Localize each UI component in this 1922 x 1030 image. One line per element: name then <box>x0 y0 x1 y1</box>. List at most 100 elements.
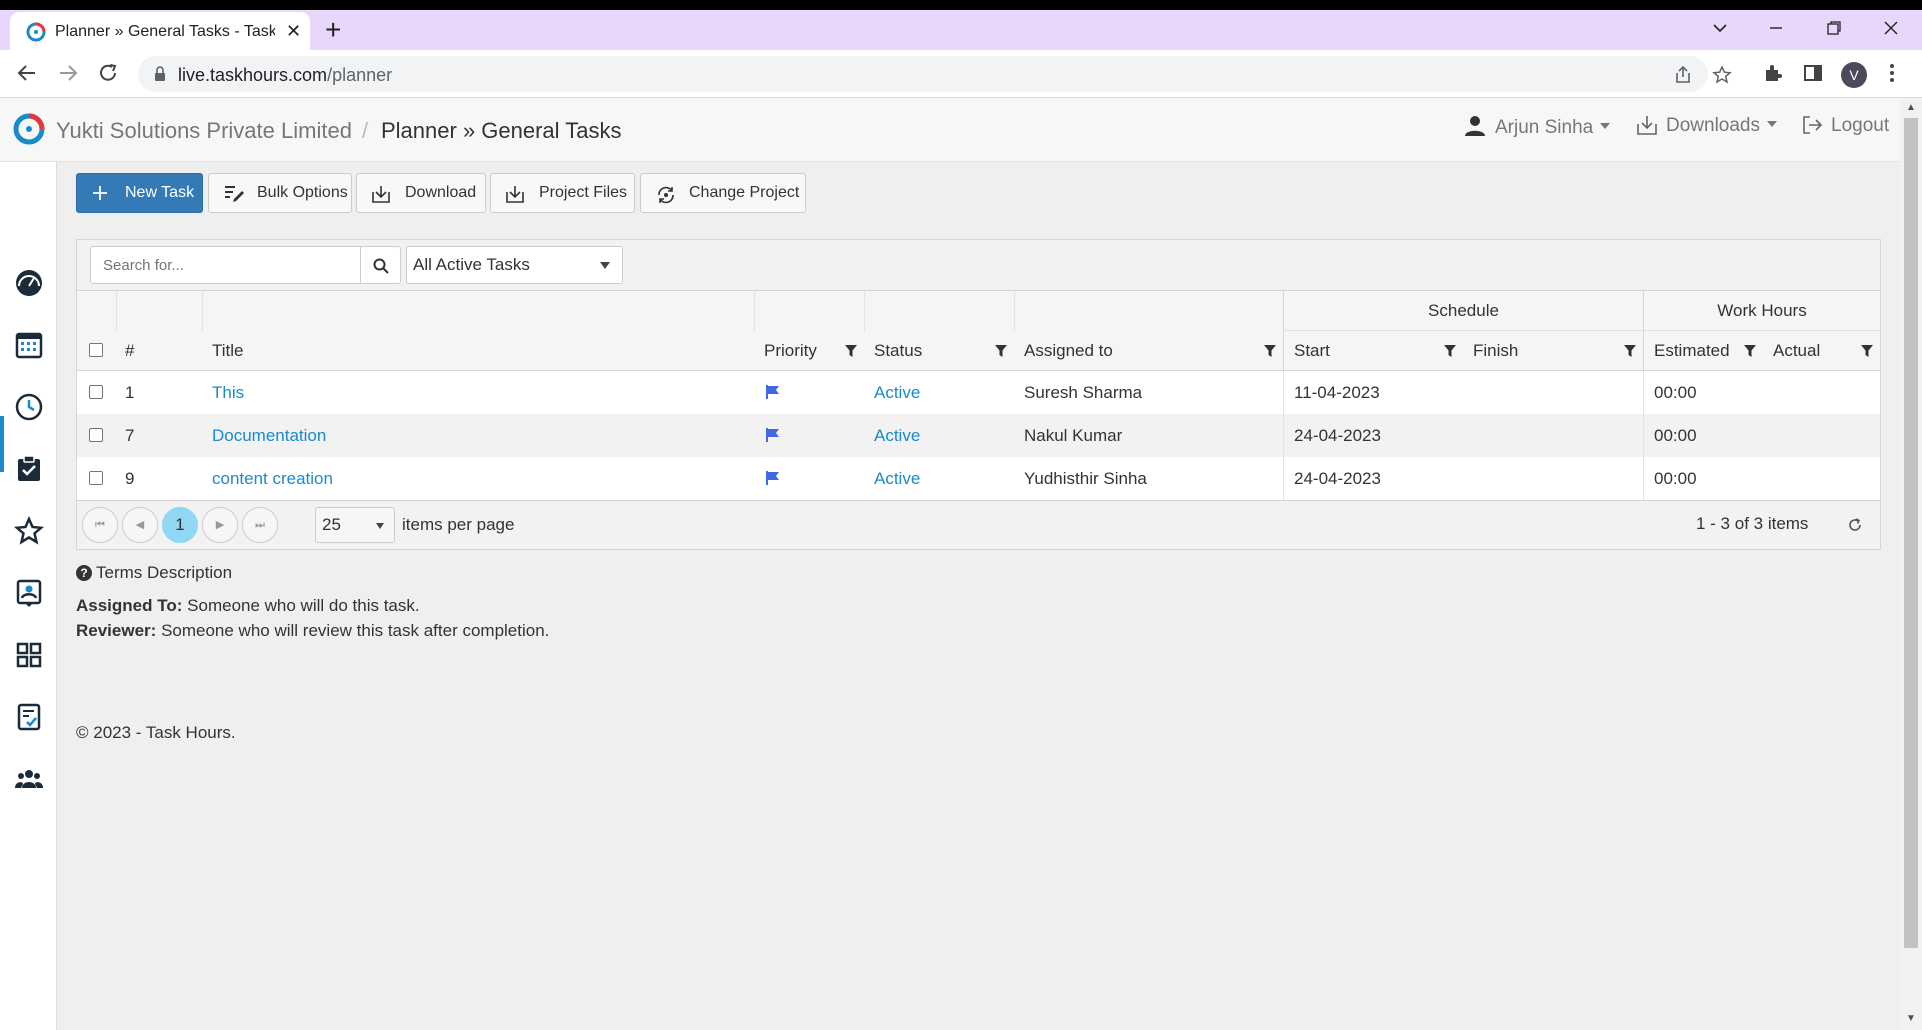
breadcrumb-separator: / <box>362 118 369 143</box>
assigned-to-definition: Assigned To: Someone who will do this ta… <box>76 596 420 615</box>
terms-heading: ? Terms Description <box>76 563 232 583</box>
task-filter-value: All Active Tasks <box>413 255 530 274</box>
team-icon[interactable] <box>14 764 44 794</box>
tab-search-chevron-icon[interactable] <box>1712 20 1728 36</box>
logout-link[interactable]: Logout <box>1801 114 1889 137</box>
row-checkbox[interactable] <box>89 428 103 442</box>
col-header-actual[interactable]: Actual <box>1773 331 1880 371</box>
assigned-to: Yudhisthir Sinha <box>1024 469 1147 488</box>
col-header-finish[interactable]: Finish <box>1473 331 1643 371</box>
minimize-icon[interactable] <box>1768 20 1784 36</box>
company-name[interactable]: Yukti Solutions Private Limited <box>56 118 352 144</box>
apps-grid-icon[interactable] <box>14 640 44 670</box>
sidebar-active-indicator <box>0 416 4 472</box>
col-header-assigned[interactable]: Assigned to <box>1024 331 1283 371</box>
forward-icon[interactable] <box>57 62 79 84</box>
checklist-icon[interactable] <box>14 702 44 732</box>
col-header-priority[interactable]: Priority <box>764 331 864 371</box>
search-input[interactable] <box>91 247 360 283</box>
search-field[interactable] <box>90 246 361 284</box>
scroll-down-icon[interactable]: ▼ <box>1906 1013 1916 1024</box>
task-title-link[interactable]: This <box>212 383 244 403</box>
task-title-link[interactable]: content creation <box>212 469 333 489</box>
extensions-icon[interactable] <box>1762 62 1784 84</box>
prev-page-button[interactable]: ◀ <box>122 507 158 543</box>
browser-tab[interactable]: Planner » General Tasks - Task Hours ✕ <box>10 12 310 50</box>
new-tab-icon[interactable]: + <box>325 16 341 44</box>
page-size-select[interactable]: 25 <box>315 507 395 543</box>
dashboard-icon[interactable] <box>14 268 44 298</box>
browser-toolbar: live.taskhours.com/planner V <box>0 50 1922 98</box>
reload-icon[interactable] <box>97 62 119 84</box>
task-title-link[interactable]: Documentation <box>212 426 326 446</box>
task-number: 1 <box>125 383 135 402</box>
profile-avatar[interactable]: V <box>1841 62 1867 88</box>
filter-icon[interactable] <box>844 344 858 358</box>
filter-icon[interactable] <box>1263 344 1277 358</box>
status-link[interactable]: Active <box>874 426 920 446</box>
col-header-estimated[interactable]: Estimated <box>1643 331 1763 371</box>
status-link[interactable]: Active <box>874 383 920 403</box>
taskhours-favicon-icon <box>26 22 46 42</box>
col-divider <box>1643 414 1644 457</box>
table-row[interactable]: 7 Documentation Active Nakul Kumar 24-04… <box>77 414 1880 457</box>
col-divider <box>1643 457 1644 500</box>
page-title: Planner » General Tasks <box>381 118 622 143</box>
downloads-menu[interactable]: Downloads <box>1636 114 1777 137</box>
bookmark-star-icon[interactable] <box>1712 65 1732 85</box>
scrollbar-thumb[interactable] <box>1904 118 1918 948</box>
row-checkbox[interactable] <box>89 471 103 485</box>
col-divider <box>1283 457 1284 500</box>
task-filter-select[interactable]: All Active Tasks <box>406 246 623 284</box>
footer-copyright: © 2023 - Task Hours. <box>76 723 236 742</box>
star-icon[interactable] <box>14 516 44 546</box>
tasks-icon[interactable] <box>14 454 44 484</box>
table-row[interactable]: 9 content creation Active Yudhisthir Sin… <box>77 457 1880 500</box>
next-page-button[interactable]: ▶ <box>202 507 238 543</box>
change-project-button[interactable]: Change Project <box>640 173 806 213</box>
tab-close-icon[interactable]: ✕ <box>286 22 301 40</box>
page-scrollbar[interactable]: ▲ ▼ <box>1900 98 1922 1030</box>
company-logo-icon[interactable] <box>12 112 46 146</box>
search-button[interactable] <box>360 246 401 284</box>
col-divider <box>202 291 203 331</box>
filter-icon[interactable] <box>1623 344 1637 358</box>
refresh-icon[interactable] <box>1847 517 1863 533</box>
back-icon[interactable] <box>16 62 38 84</box>
current-page-button[interactable]: 1 <box>162 507 198 543</box>
new-task-button[interactable]: New Task <box>76 173 203 213</box>
scroll-up-icon[interactable]: ▲ <box>1906 102 1916 113</box>
restore-icon[interactable] <box>1826 20 1842 36</box>
assigned-to: Nakul Kumar <box>1024 426 1123 445</box>
download-button[interactable]: Download <box>356 173 486 213</box>
select-all-checkbox[interactable] <box>89 343 103 357</box>
task-grid: All Active Tasks Schedule Work Hours # T… <box>76 239 1881 550</box>
filter-icon[interactable] <box>1743 344 1757 358</box>
col-header-title[interactable]: Title <box>212 331 752 371</box>
col-header-start[interactable]: Start <box>1283 331 1463 371</box>
share-icon[interactable] <box>1673 65 1693 85</box>
bulk-options-button[interactable]: Bulk Options <box>208 173 352 213</box>
status-link[interactable]: Active <box>874 469 920 489</box>
table-row[interactable]: 1 This Active Suresh Sharma 11-04-2023 0… <box>77 371 1880 414</box>
row-checkbox[interactable] <box>89 385 103 399</box>
address-bar[interactable]: live.taskhours.com/planner <box>138 56 1732 92</box>
first-page-button[interactable]: ⏮ <box>82 507 118 543</box>
user-menu[interactable]: Arjun Sinha <box>1463 114 1611 139</box>
filter-icon[interactable] <box>1860 344 1874 358</box>
filter-icon[interactable] <box>994 344 1008 358</box>
logout-icon <box>1803 116 1823 134</box>
estimated-hours: 00:00 <box>1654 426 1697 445</box>
clock-icon[interactable] <box>14 392 44 422</box>
last-page-button[interactable]: ⏭ <box>242 507 278 543</box>
contact-card-icon[interactable] <box>14 578 44 608</box>
col-header-status[interactable]: Status <box>874 331 1014 371</box>
filter-icon[interactable] <box>1443 344 1457 358</box>
project-files-button[interactable]: Project Files <box>490 173 635 213</box>
work-hours-group-header: Work Hours <box>1643 291 1880 331</box>
side-panel-icon[interactable] <box>1802 62 1824 84</box>
browser-menu-icon[interactable] <box>1888 62 1896 84</box>
calendar-icon[interactable] <box>14 330 44 360</box>
col-header-num[interactable]: # <box>125 331 195 371</box>
window-close-icon[interactable] <box>1883 20 1899 36</box>
